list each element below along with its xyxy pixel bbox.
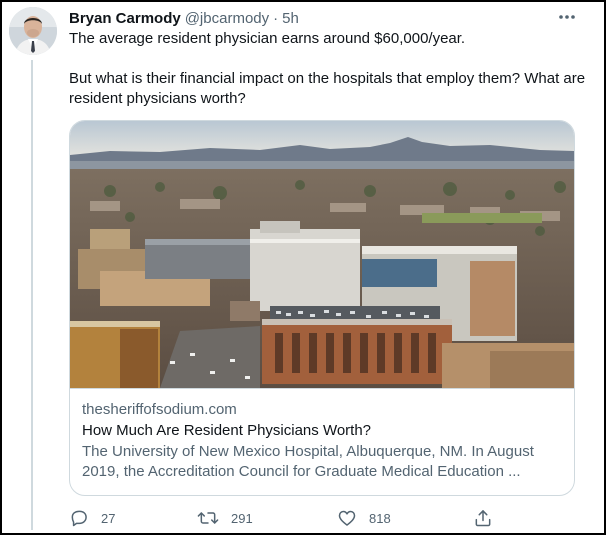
tweet-text: The average resident physician earns aro… [69, 29, 589, 109]
share-button[interactable] [473, 506, 493, 530]
link-card[interactable]: thesheriffofsodium.com How Much Are Resi… [69, 120, 575, 496]
reply-button[interactable]: 27 [69, 506, 115, 530]
author-name[interactable]: Bryan Carmody [69, 10, 181, 27]
card-description: The University of New Mexico Hospital, A… [82, 443, 534, 480]
reply-count: 27 [101, 510, 116, 526]
card-body[interactable]: thesheriffofsodium.com How Much Are Resi… [70, 388, 574, 495]
more-icon[interactable] [556, 8, 578, 26]
tweet-time[interactable]: 5h [282, 10, 299, 27]
action-bar: 27 291 818 [69, 506, 509, 530]
author-handle[interactable]: @jbcarmody [185, 10, 269, 27]
like-button[interactable]: 818 [337, 506, 391, 530]
retweet-count: 291 [231, 510, 253, 526]
reply-icon [69, 508, 89, 528]
tweet-text-line: The average resident physician earns aro… [69, 30, 466, 47]
retweet-icon [197, 508, 219, 528]
share-icon [473, 508, 493, 528]
card-domain: thesheriffofsodium.com [82, 401, 237, 418]
card-image[interactable] [70, 121, 574, 388]
tweet-header: Bryan Carmody @jbcarmody · 5h [69, 8, 299, 28]
tweet-text-line: But what is their financial impact on th… [69, 70, 586, 107]
tweet-frame: Bryan Carmody @jbcarmody · 5h The averag… [0, 0, 606, 535]
separator-dot: · [273, 9, 279, 27]
avatar[interactable] [9, 7, 57, 55]
retweet-button[interactable]: 291 [197, 506, 253, 530]
like-count: 818 [369, 510, 391, 526]
thread-line [31, 60, 33, 530]
like-icon [337, 508, 357, 528]
card-title: How Much Are Resident Physicians Worth? [82, 422, 372, 439]
